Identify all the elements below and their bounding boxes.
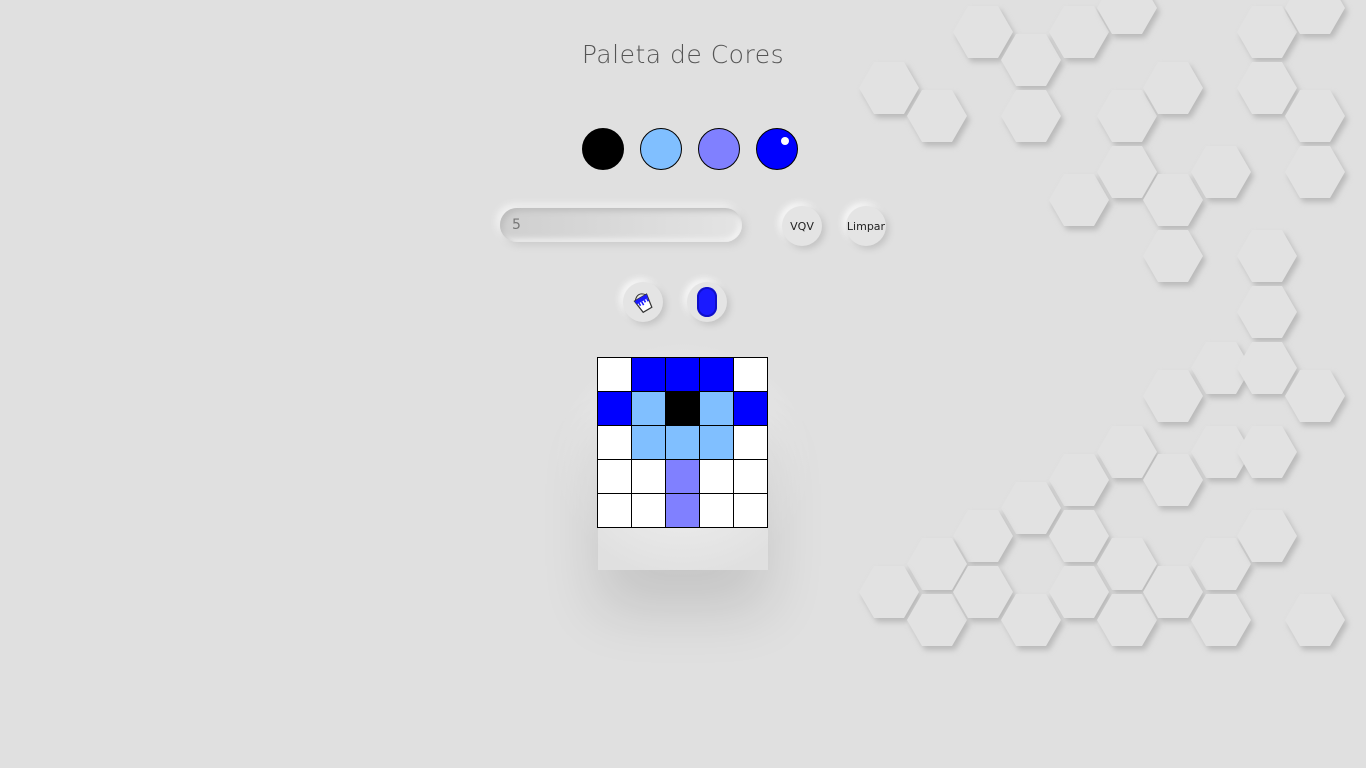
- pixel[interactable]: [666, 358, 700, 392]
- page-title: Paleta de Cores: [581, 40, 785, 69]
- pixel[interactable]: [632, 358, 666, 392]
- pixel[interactable]: [734, 426, 768, 460]
- pixel[interactable]: [632, 392, 666, 426]
- pixel[interactable]: [632, 494, 666, 528]
- pixel[interactable]: [666, 426, 700, 460]
- pixel[interactable]: [734, 358, 768, 392]
- pixel[interactable]: [666, 392, 700, 426]
- hexagon-decoration: [1285, 594, 1345, 646]
- pixel[interactable]: [598, 494, 632, 528]
- hexagon-decoration: [1097, 538, 1157, 590]
- hexagon-decoration: [1191, 342, 1251, 394]
- hexagon-decoration: [859, 566, 919, 618]
- palette-color-black[interactable]: [582, 128, 624, 170]
- hexagon-decoration: [1191, 538, 1251, 590]
- hexagon-decoration: [1049, 174, 1109, 226]
- palette-color-lavender[interactable]: [698, 128, 740, 170]
- hexagon-decoration: [953, 510, 1013, 562]
- pixel[interactable]: [598, 460, 632, 494]
- pixel-board: [597, 357, 768, 528]
- hexagon-decoration: [1285, 146, 1345, 198]
- hexagon-decoration: [1097, 594, 1157, 646]
- hexagon-decoration: [1001, 594, 1061, 646]
- hexagon-decoration: [1049, 566, 1109, 618]
- hexagon-decoration: [1237, 286, 1297, 338]
- hexagon-decoration: [859, 62, 919, 114]
- hexagon-decoration: [1143, 454, 1203, 506]
- pixel[interactable]: [632, 460, 666, 494]
- clear-board-button[interactable]: Limpar: [846, 206, 886, 246]
- hexagon-decoration: [1237, 62, 1297, 114]
- hexagon-decoration: [1285, 370, 1345, 422]
- pixel[interactable]: [700, 392, 734, 426]
- hexagon-decoration: [1097, 0, 1157, 34]
- hexagon-decoration: [1049, 454, 1109, 506]
- pixel[interactable]: [598, 392, 632, 426]
- brush-mode-toggle[interactable]: [687, 282, 727, 322]
- hexagon-decoration: [1191, 146, 1251, 198]
- hexagon-decoration: [907, 538, 967, 590]
- pixel[interactable]: [700, 426, 734, 460]
- pixel[interactable]: [734, 460, 768, 494]
- pixel[interactable]: [700, 460, 734, 494]
- pixel[interactable]: [700, 494, 734, 528]
- board-size-input[interactable]: [500, 208, 742, 242]
- hexagon-decoration: [1285, 90, 1345, 142]
- generate-board-button[interactable]: VQV: [782, 206, 822, 246]
- hexagon-decoration: [953, 566, 1013, 618]
- pixel[interactable]: [598, 358, 632, 392]
- hexagon-decoration: [1049, 510, 1109, 562]
- hexagon-decoration: [1143, 230, 1203, 282]
- page: Paleta de Cores VQV Limpar: [0, 0, 1366, 768]
- color-palette: [582, 128, 798, 170]
- hexagon-decoration: [907, 594, 967, 646]
- pixel[interactable]: [666, 460, 700, 494]
- palette-color-blue[interactable]: [756, 128, 798, 170]
- hexagon-decoration: [1143, 174, 1203, 226]
- pixel[interactable]: [632, 426, 666, 460]
- toggle-pill-icon: [697, 287, 717, 317]
- hexagon-decoration: [1191, 426, 1251, 478]
- hexagon-decoration: [1143, 62, 1203, 114]
- hexagon-decoration: [1001, 482, 1061, 534]
- pixel[interactable]: [598, 426, 632, 460]
- pixel[interactable]: [700, 358, 734, 392]
- hexagon-decoration: [1143, 370, 1203, 422]
- hexagon-decoration: [907, 90, 967, 142]
- palette-color-light-blue[interactable]: [640, 128, 682, 170]
- pixel[interactable]: [734, 392, 768, 426]
- hexagon-decoration: [1237, 230, 1297, 282]
- pixel[interactable]: [666, 494, 700, 528]
- selected-indicator: [781, 137, 789, 145]
- hexagon-decoration: [1237, 510, 1297, 562]
- pixel[interactable]: [734, 494, 768, 528]
- hexagon-decoration: [1097, 90, 1157, 142]
- paint-bucket-icon: [633, 293, 653, 314]
- hexagon-decoration: [1001, 90, 1061, 142]
- hexagon-decoration: [1097, 426, 1157, 478]
- hexagon-decoration: [1237, 426, 1297, 478]
- hexagon-decoration: [1097, 146, 1157, 198]
- hexagon-decoration: [1237, 342, 1297, 394]
- hexagon-decoration: [1285, 0, 1345, 34]
- hexagon-decoration: [1143, 566, 1203, 618]
- hexagon-decoration: [1191, 594, 1251, 646]
- fill-tool-button[interactable]: [623, 282, 663, 322]
